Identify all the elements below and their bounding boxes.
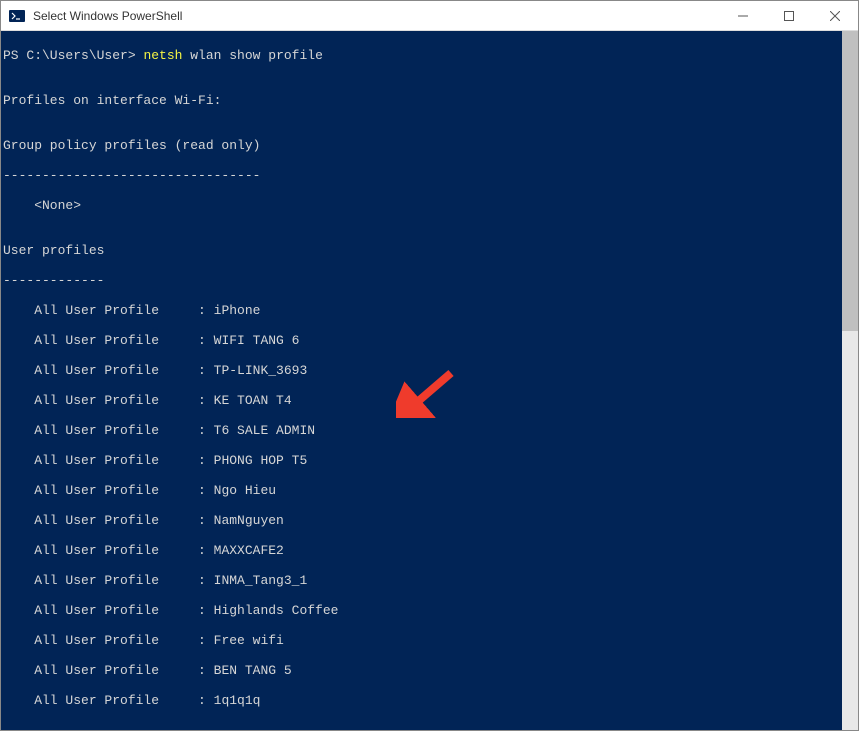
profile-row: All User Profile : WIFI TANG 6 (3, 333, 858, 348)
profile-row: All User Profile : Ngo Hieu (3, 483, 858, 498)
profile-row: All User Profile : Highlands Coffee (3, 603, 858, 618)
terminal-body[interactable]: PS C:\Users\User> netsh wlan show profil… (1, 31, 858, 730)
profile-row: All User Profile : NamNguyen (3, 513, 858, 528)
powershell-window: Select Windows PowerShell PS C:\Users\Us… (0, 0, 859, 731)
output-line: Group policy profiles (read only) (3, 138, 858, 153)
profile-row: All User Profile : Free wifi (3, 633, 858, 648)
window-controls (720, 1, 858, 30)
prompt-line: PS C:\Users\User> netsh wlan show profil… (3, 48, 858, 63)
profile-row: All User Profile : 1q1q1q (3, 693, 858, 708)
output-line: --------------------------------- (3, 168, 858, 183)
profile-row: All User Profile : BEN TANG 5 (3, 663, 858, 678)
powershell-icon (9, 8, 25, 24)
output-line: Profiles on interface Wi-Fi: (3, 93, 858, 108)
output-line: ------------- (3, 273, 858, 288)
window-title: Select Windows PowerShell (31, 9, 720, 23)
profile-row: All User Profile : T6 SALE ADMIN (3, 423, 858, 438)
profile-row: All User Profile : INMA_Tang3_1 (3, 573, 858, 588)
titlebar[interactable]: Select Windows PowerShell (1, 1, 858, 31)
output-line: User profiles (3, 243, 858, 258)
maximize-button[interactable] (766, 1, 812, 30)
profile-row: All User Profile : KE TOAN T4 (3, 393, 858, 408)
profile-row: All User Profile : iPhone (3, 303, 858, 318)
profile-row: All User Profile : PHONG HOP T5 (3, 453, 858, 468)
profile-row: All User Profile : TP-LINK_3693 (3, 363, 858, 378)
output-line: <None> (3, 198, 858, 213)
profile-row: All User Profile : MAXXCAFE2 (3, 543, 858, 558)
scrollbar-thumb[interactable] (842, 31, 858, 331)
close-button[interactable] (812, 1, 858, 30)
vertical-scrollbar[interactable] (842, 31, 858, 730)
minimize-button[interactable] (720, 1, 766, 30)
